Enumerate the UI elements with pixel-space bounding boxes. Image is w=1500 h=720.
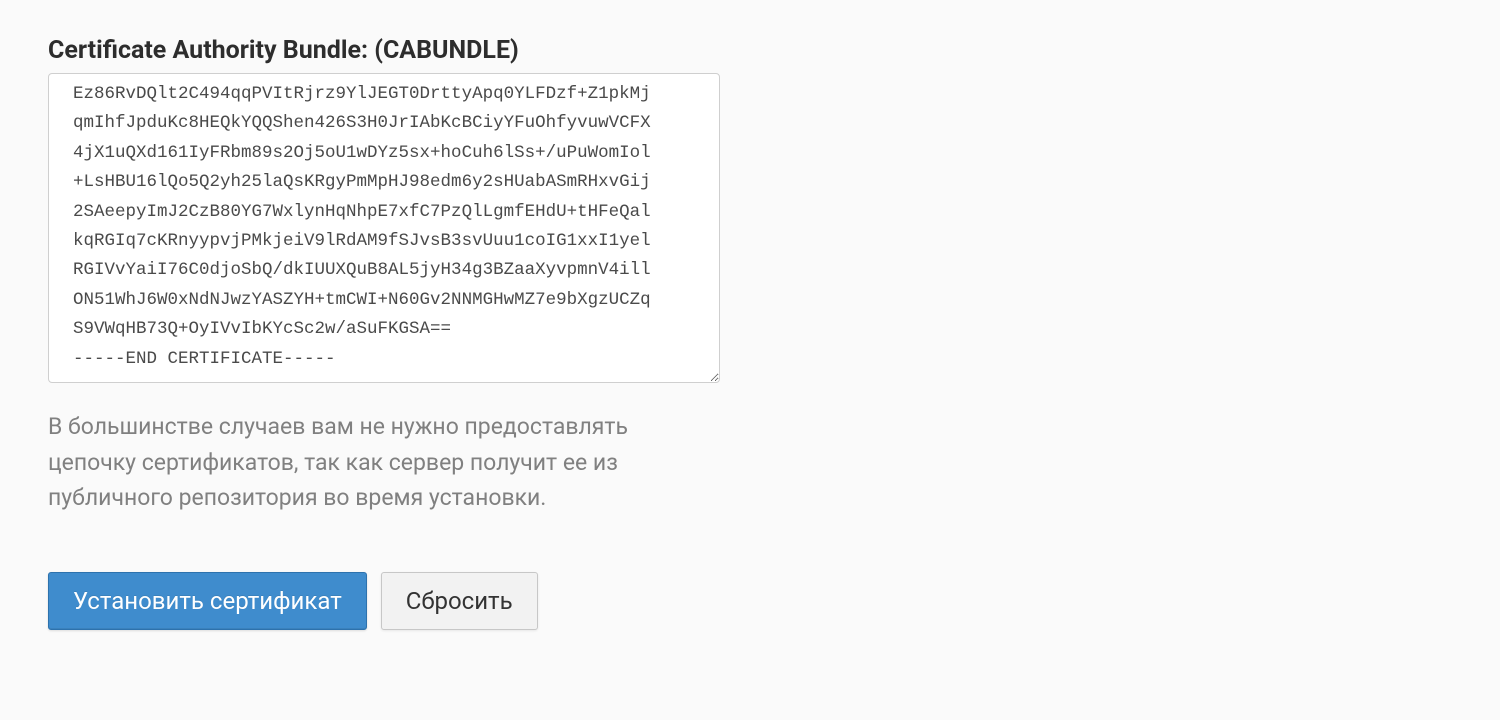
- cabundle-help-text: В большинстве случаев вам не нужно предо…: [48, 409, 708, 516]
- install-certificate-button[interactable]: Установить сертификат: [48, 572, 367, 630]
- cabundle-label: Certificate Authority Bundle: (CABUNDLE): [48, 36, 712, 65]
- button-row: Установить сертификат Сбросить: [48, 572, 712, 630]
- reset-button[interactable]: Сбросить: [381, 572, 538, 630]
- form-container: Certificate Authority Bundle: (CABUNDLE)…: [0, 0, 760, 666]
- cabundle-textarea[interactable]: [48, 73, 720, 383]
